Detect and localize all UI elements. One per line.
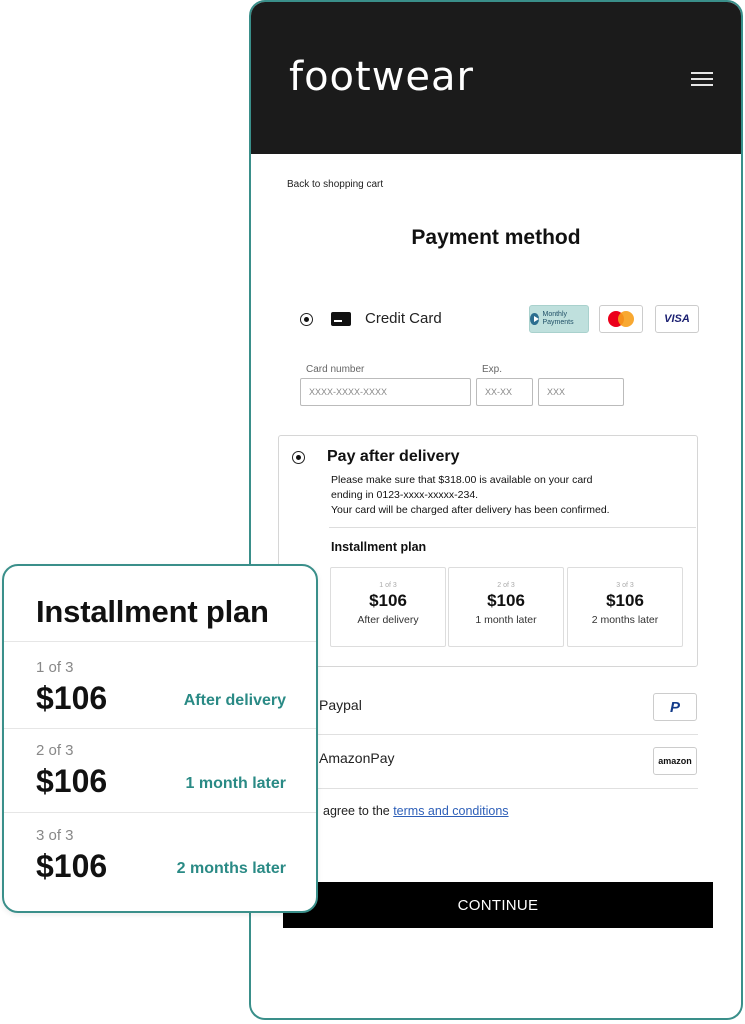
back-to-cart-link[interactable]: Back to shopping cart — [287, 179, 383, 190]
terms-agreement: agree to the terms and conditions — [323, 804, 509, 818]
amazonpay-label[interactable]: AmazonPay — [319, 750, 394, 766]
installment-plan-label: Installment plan — [331, 540, 427, 554]
installment-plan-title: Installment plan — [36, 594, 269, 629]
pay-after-delivery-title: Pay after delivery — [327, 448, 460, 465]
installment-plan-card: Installment plan 1 of 3 $106 After deliv… — [2, 564, 318, 913]
installment-row: 2 of 3 $106 1 month later — [36, 742, 286, 799]
mastercard-icon — [599, 305, 643, 333]
brand-logo[interactable]: footwear — [289, 54, 474, 100]
installment-card[interactable]: 1 of 3 $106 After delivery — [330, 567, 446, 647]
divider — [329, 527, 696, 528]
credit-card-label: Credit Card — [365, 310, 442, 327]
amazon-icon: amazon — [653, 747, 697, 775]
continue-button[interactable]: CONTINUE — [283, 882, 713, 928]
exp-input[interactable]: XX-XX — [476, 378, 533, 406]
paypal-icon: P — [653, 693, 697, 721]
paypal-label[interactable]: Paypal — [319, 697, 362, 713]
pay-after-delivery-radio[interactable] — [292, 451, 305, 464]
terms-link[interactable]: terms and conditions — [393, 804, 508, 818]
installment-row: 1 of 3 $106 After delivery — [36, 659, 286, 716]
installment-card[interactable]: 2 of 3 $106 1 month later — [448, 567, 564, 647]
monthly-payments-icon — [530, 313, 540, 325]
credit-card-radio[interactable] — [300, 313, 313, 326]
divider — [278, 734, 698, 735]
card-number-input[interactable]: XXXX-XXXX-XXXX — [300, 378, 471, 406]
app-header: footwear — [251, 2, 741, 154]
credit-card-icon — [331, 312, 351, 326]
installment-row: 3 of 3 $106 2 months later — [36, 827, 286, 884]
visa-icon: VISA — [655, 305, 699, 333]
cvv-input[interactable]: XXX — [538, 378, 624, 406]
hamburger-menu-icon[interactable] — [691, 72, 713, 86]
exp-label: Exp. — [482, 364, 503, 375]
monthly-payments-badge: Monthly Payments — [529, 305, 589, 333]
phone-frame: footwear Back to shopping cart Payment m… — [249, 0, 743, 1020]
installment-card[interactable]: 3 of 3 $106 2 months later — [567, 567, 683, 647]
divider — [278, 788, 698, 789]
card-number-label: Card number — [306, 364, 365, 375]
page-title: Payment method — [411, 226, 581, 249]
pay-after-delivery-description: Please make sure that $318.00 is availab… — [331, 474, 610, 516]
